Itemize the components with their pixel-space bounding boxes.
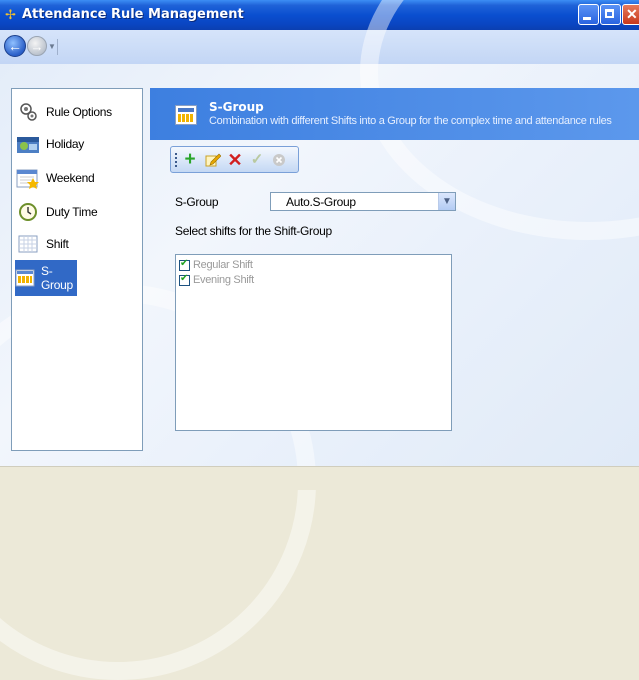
shift-checkbox[interactable] xyxy=(179,258,190,271)
toolbar-grip[interactable] xyxy=(175,153,177,167)
weekend-icon xyxy=(16,166,40,190)
confirm-icon[interactable]: ✓ xyxy=(247,150,267,170)
action-toolbar: + ✕ ✓ xyxy=(170,146,299,173)
sidebar-item-holiday[interactable]: Holiday xyxy=(16,129,138,159)
shift-icon xyxy=(16,232,40,256)
section-subtitle: Combination with different Shifts into a… xyxy=(209,115,612,127)
sidebar-item-duty-time[interactable]: Duty Time xyxy=(16,197,138,227)
list-item[interactable]: Regular Shift xyxy=(179,258,253,272)
add-icon[interactable]: + xyxy=(180,150,200,170)
left-navigation-panel: Rule Options Holiday Weekend Duty Time S… xyxy=(11,88,143,451)
sidebar-item-weekend[interactable]: Weekend xyxy=(16,163,138,193)
s-group-header-icon xyxy=(175,105,197,125)
window-title: Attendance Rule Management xyxy=(22,7,244,22)
back-icon[interactable]: ← xyxy=(4,35,26,57)
sidebar-item-shift[interactable]: Shift xyxy=(16,229,138,259)
rule-options-icon xyxy=(16,100,40,124)
section-title: S-Group xyxy=(209,100,264,114)
cancel-icon[interactable] xyxy=(269,150,289,170)
toolbar-separator xyxy=(57,39,58,55)
s-group-icon xyxy=(15,266,35,290)
delete-icon[interactable]: ✕ xyxy=(225,150,245,170)
status-bar xyxy=(0,466,639,490)
holiday-icon xyxy=(16,132,40,156)
forward-icon[interactable]: → xyxy=(27,36,47,56)
chevron-down-icon[interactable]: ▼ xyxy=(438,193,455,210)
s-group-select-value: Auto.S-Group xyxy=(286,195,356,209)
list-item[interactable]: Evening Shift xyxy=(179,273,254,287)
app-icon: ✢ xyxy=(5,7,16,22)
edit-icon[interactable] xyxy=(203,150,223,170)
shifts-checklist: Regular Shift Evening Shift xyxy=(175,254,452,431)
select-shifts-label: Select shifts for the Shift-Group xyxy=(175,224,332,238)
s-group-label: S-Group xyxy=(175,195,219,209)
clock-icon xyxy=(16,200,40,224)
sidebar-item-s-group[interactable]: S-Group xyxy=(15,260,77,296)
sidebar-item-rule-options[interactable]: Rule Options xyxy=(16,97,138,127)
shift-checkbox[interactable] xyxy=(179,273,190,286)
history-dropdown-icon[interactable]: ▼ xyxy=(48,42,56,51)
s-group-select[interactable]: Auto.S-Group ▼ xyxy=(270,192,456,211)
section-header: S-Group Combination with different Shift… xyxy=(150,88,639,140)
